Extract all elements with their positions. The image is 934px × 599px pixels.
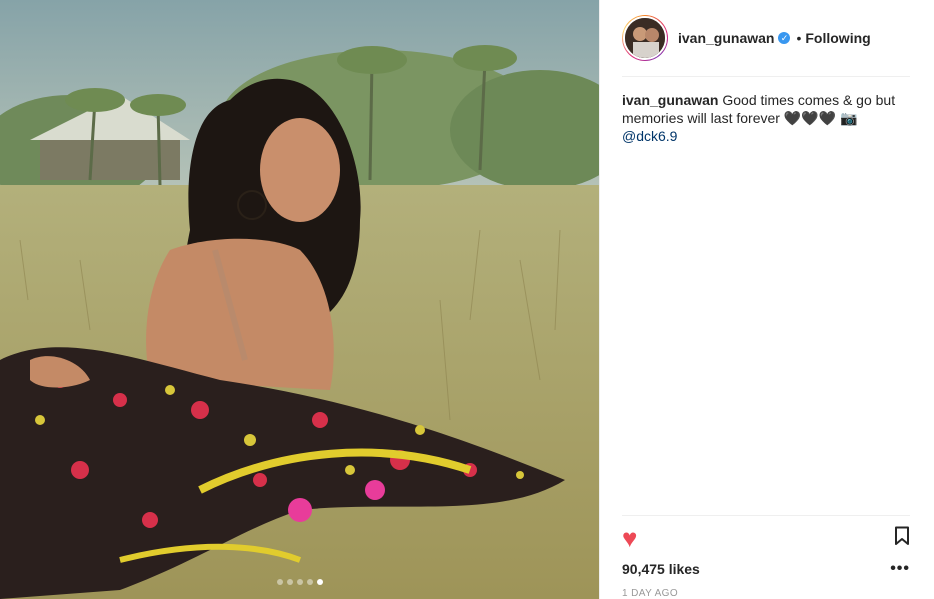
instagram-post: ivan_gunawan ✓ • Following ivan_gunawan … <box>0 0 934 599</box>
post-caption: ivan_gunawan Good times comes & go but m… <box>622 91 910 145</box>
follow-separator: • <box>796 30 802 46</box>
verified-badge-icon: ✓ <box>778 32 791 44</box>
likes-count[interactable]: 90,475 likes <box>622 561 700 577</box>
carousel-dot <box>276 579 283 585</box>
post-sidebar: ivan_gunawan ✓ • Following ivan_gunawan … <box>599 0 934 599</box>
carousel-dot <box>286 579 293 585</box>
post-timestamp[interactable]: 1 DAY AGO <box>622 588 910 599</box>
carousel-dot <box>306 579 313 585</box>
post-image <box>0 0 599 599</box>
following-button[interactable]: Following <box>805 30 870 46</box>
caption-username[interactable]: ivan_gunawan <box>622 92 718 108</box>
carousel-dot <box>296 579 303 585</box>
post-footer: ♥ 90,475 likes ••• 1 DAY AGO <box>622 515 910 599</box>
carousel-indicator <box>0 579 599 585</box>
avatar[interactable] <box>622 15 668 61</box>
more-options-icon[interactable]: ••• <box>890 560 910 578</box>
post-header: ivan_gunawan ✓ • Following <box>622 0 910 77</box>
carousel-dot <box>316 579 323 585</box>
likes-row: 90,475 likes ••• <box>622 560 910 578</box>
caption-mention[interactable]: @dck6.9 <box>622 128 677 144</box>
avatar-image <box>623 16 667 60</box>
post-photo[interactable] <box>0 0 599 599</box>
like-heart-icon[interactable]: ♥ <box>622 525 637 551</box>
action-bar: ♥ <box>622 516 910 560</box>
author-username[interactable]: ivan_gunawan <box>678 30 774 46</box>
bookmark-icon[interactable] <box>894 526 910 551</box>
